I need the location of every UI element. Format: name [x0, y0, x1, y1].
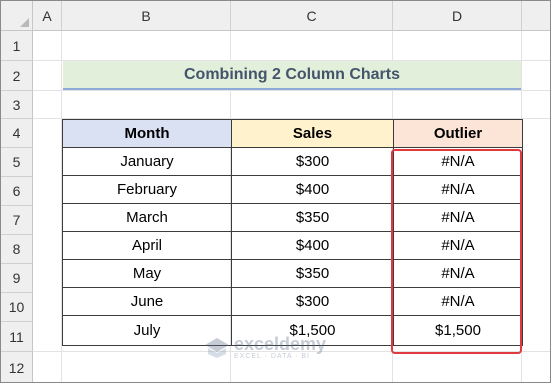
spreadsheet: A B C D 1 2 3 4 5 6 7 8 9 10 11 12 Combi… — [0, 0, 551, 383]
row-header-12[interactable]: 12 — [1, 352, 33, 382]
cell-outlier[interactable]: #N/A — [393, 203, 523, 232]
cell-sales[interactable]: $400 — [231, 231, 394, 260]
column-header-e[interactable] — [522, 1, 550, 31]
cell-outlier[interactable]: #N/A — [393, 287, 523, 316]
table-row: March $350 #N/A — [62, 203, 523, 232]
cell-outlier[interactable]: #N/A — [393, 231, 523, 260]
cell-outlier[interactable]: #N/A — [393, 259, 523, 288]
column-header-d[interactable]: D — [393, 1, 522, 31]
row-header-4[interactable]: 4 — [1, 119, 33, 148]
watermark-tagline: EXCEL · DATA · BI — [234, 353, 310, 360]
watermark-name: exceldemy — [234, 334, 327, 354]
column-header-b[interactable]: B — [62, 1, 231, 31]
table-row: February $400 #N/A — [62, 175, 523, 204]
row-header-10[interactable]: 10 — [1, 293, 33, 322]
cell-sales[interactable]: $300 — [231, 147, 394, 176]
table-row: June $300 #N/A — [62, 287, 523, 316]
row-header-1[interactable]: 1 — [1, 31, 33, 61]
select-all-corner[interactable] — [1, 1, 33, 31]
row-header-5[interactable]: 5 — [1, 148, 33, 177]
exceldemy-logo-icon — [205, 337, 229, 358]
cell-sales[interactable]: $350 — [231, 203, 394, 232]
cell-sales[interactable]: $350 — [231, 259, 394, 288]
cell-outlier[interactable]: #N/A — [393, 147, 523, 176]
cell-outlier[interactable]: #N/A — [393, 175, 523, 204]
cell-outlier[interactable]: $1,500 — [393, 315, 523, 346]
row-header-7[interactable]: 7 — [1, 206, 33, 235]
table-row: January $300 #N/A — [62, 147, 523, 176]
column-header-a[interactable]: A — [33, 1, 62, 31]
cell-month[interactable]: May — [62, 259, 232, 288]
header-outlier[interactable]: Outlier — [393, 119, 523, 148]
row-header-6[interactable]: 6 — [1, 177, 33, 206]
row-header-11[interactable]: 11 — [1, 322, 33, 352]
cell-month[interactable]: January — [62, 147, 232, 176]
row-header-8[interactable]: 8 — [1, 235, 33, 264]
table-row: April $400 #N/A — [62, 231, 523, 260]
row-header-3[interactable]: 3 — [1, 91, 33, 119]
sheet-title[interactable]: Combining 2 Column Charts — [63, 61, 521, 90]
row-header-9[interactable]: 9 — [1, 264, 33, 293]
table-header-row: Month Sales Outlier — [62, 119, 523, 148]
select-all-triangle-icon — [20, 18, 29, 27]
cell-month[interactable]: June — [62, 287, 232, 316]
gridline — [33, 90, 550, 91]
header-month[interactable]: Month — [62, 119, 232, 148]
row-header-2[interactable]: 2 — [1, 61, 33, 91]
table-row: May $350 #N/A — [62, 259, 523, 288]
cell-sales[interactable]: $300 — [231, 287, 394, 316]
header-sales[interactable]: Sales — [231, 119, 394, 148]
cell-month[interactable]: April — [62, 231, 232, 260]
sales-table: Month Sales Outlier January $300 #N/A Fe… — [62, 119, 523, 346]
cell-month[interactable]: February — [62, 175, 232, 204]
exceldemy-watermark: exceldemy EXCEL · DATA · BI — [204, 335, 326, 360]
column-header-c[interactable]: C — [231, 1, 393, 31]
cell-month[interactable]: March — [62, 203, 232, 232]
cell-sales[interactable]: $400 — [231, 175, 394, 204]
